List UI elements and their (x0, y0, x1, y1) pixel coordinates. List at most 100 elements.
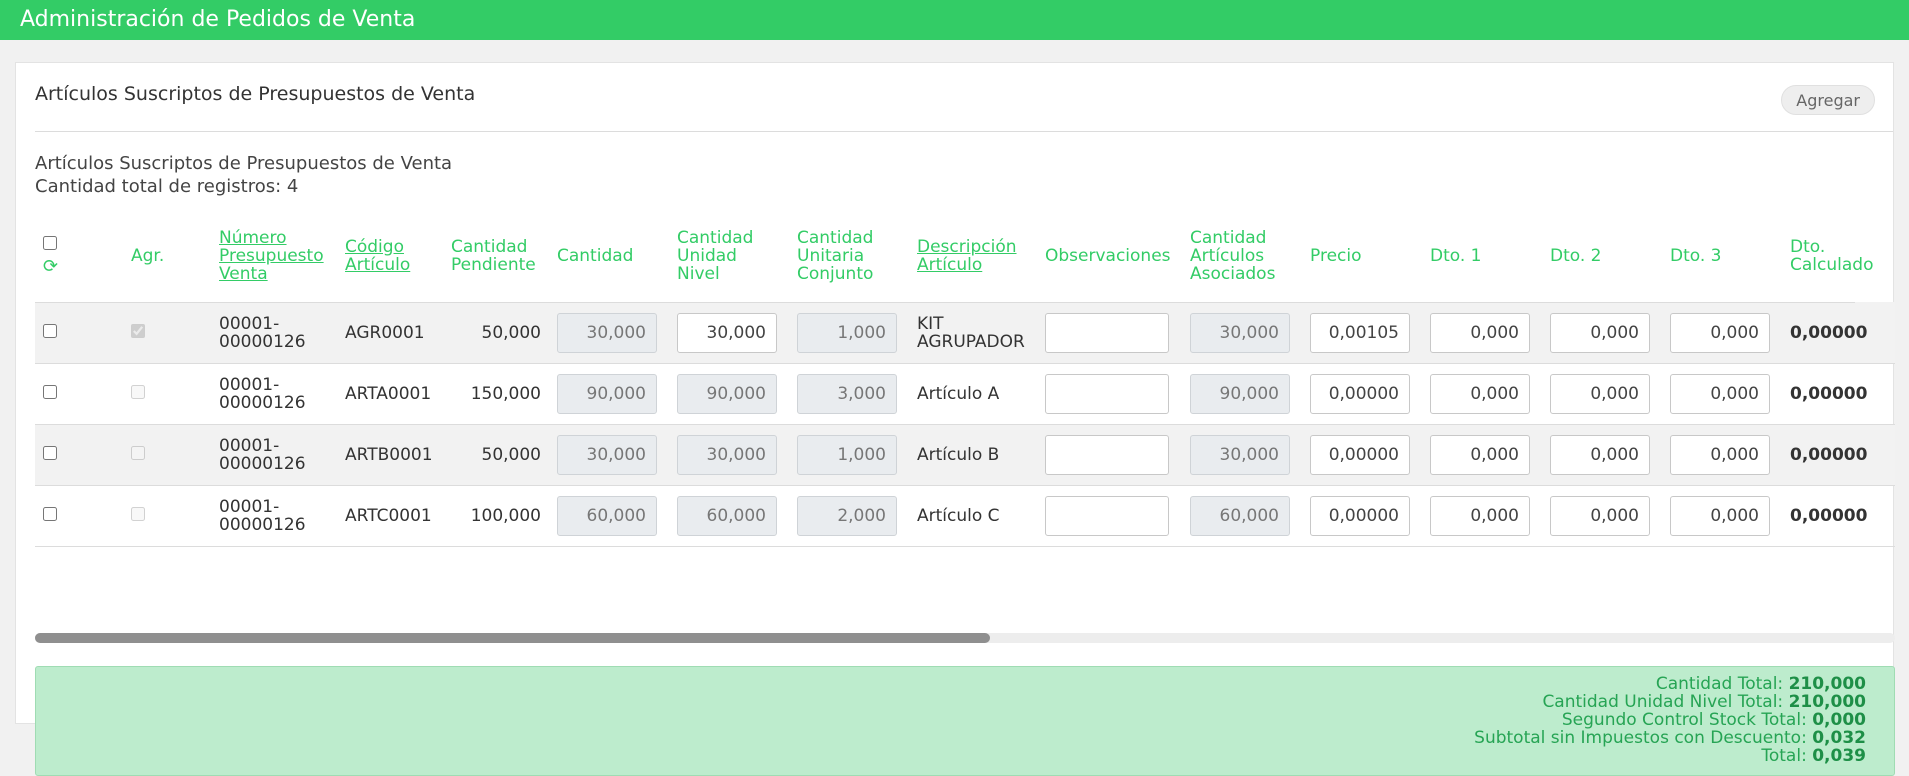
total-final: Total: 0,039 (1761, 746, 1866, 766)
row-observaciones-input[interactable] (1045, 312, 1169, 353)
col-unitaria-label: Cantidad Unitaria Conjunto (797, 227, 874, 284)
list-title: Artículos Suscriptos de Presupuestos de … (35, 153, 453, 174)
col-codigo-label[interactable]: Código Artículo (345, 237, 410, 275)
row-pendiente: 100,000 (443, 485, 549, 547)
row-precio-input[interactable] (1310, 312, 1410, 353)
row-dto2-input[interactable] (1550, 312, 1650, 353)
record-count: Cantidad total de registros: 4 (35, 176, 299, 197)
row-agr-checkbox (131, 506, 145, 521)
row-unidad-nivel-input[interactable] (677, 312, 777, 353)
col-precio: Precio (1302, 210, 1422, 303)
row-agr-cell (123, 424, 211, 486)
row-select-cell (35, 363, 123, 425)
row-precio-input[interactable] (1310, 495, 1410, 536)
row-descripcion: Artículo B (909, 424, 1037, 486)
row-dto2-input[interactable] (1550, 373, 1650, 414)
row-dto-calc: 0,00000 (1782, 363, 1867, 425)
row-dto3-input[interactable] (1670, 312, 1770, 353)
col-pendiente: Cantidad Pendiente (443, 210, 549, 303)
row-cantidad-cell (549, 363, 669, 425)
row-observaciones-input[interactable] (1045, 495, 1169, 536)
table-row: 00001-00000126ARTB000150,000 Artículo B 0,… (35, 424, 1895, 486)
col-agr-label: Agr. (131, 245, 165, 266)
col-asociados-label: Cantidad Artículos Asociados (1190, 227, 1276, 284)
col-observaciones: Observaciones (1037, 210, 1182, 303)
row-pendiente: 50,000 (443, 302, 549, 364)
row-cantidad-input (557, 312, 657, 353)
row-precio-input[interactable] (1310, 373, 1410, 414)
table-header-row: ⟳ Agr. Número Presupuesto Venta Código A… (35, 210, 1895, 303)
row-pendiente: 50,000 (443, 424, 549, 486)
row-dto1-input[interactable] (1430, 312, 1530, 353)
row-unitaria-cell (789, 424, 909, 486)
col-numero-label[interactable]: Número Presupuesto Venta (219, 228, 324, 284)
articles-table: ⟳ Agr. Número Presupuesto Venta Código A… (35, 210, 1895, 547)
col-agr: Agr. (123, 210, 211, 303)
row-dto1-input[interactable] (1430, 373, 1530, 414)
scrollbar-thumb[interactable] (35, 633, 990, 643)
col-dto2: Dto. 2 (1542, 210, 1662, 303)
row-cantidad-input (557, 495, 657, 536)
app-header: Administración de Pedidos de Venta (0, 0, 1909, 40)
row-asociados-input (1190, 312, 1290, 353)
col-descripcion[interactable]: Descripción Artículo (909, 210, 1037, 303)
row-select-checkbox[interactable] (43, 445, 57, 460)
row-dto3-input[interactable] (1670, 495, 1770, 536)
table-row: 00001-00000126ARTC0001100,000 Artículo C 0… (35, 485, 1895, 547)
row-asociados-cell (1182, 302, 1302, 364)
row-dto-calc: 0,00000 (1782, 302, 1867, 364)
col-codigo[interactable]: Código Artículo (337, 210, 443, 303)
row-asociados-cell (1182, 363, 1302, 425)
col-observaciones-label: Observaciones (1045, 245, 1171, 266)
row-numero: 00001-00000126 (211, 485, 337, 547)
row-observaciones-cell (1037, 485, 1182, 547)
row-codigo: AGR0001 (337, 302, 443, 364)
row-precio-cell (1302, 363, 1422, 425)
totals-box: Cantidad Total: 210,000 Cantidad Unidad … (35, 666, 1895, 776)
col-dto1-label: Dto. 1 (1430, 245, 1482, 266)
row-unidad-nivel-input (677, 434, 777, 475)
row-asociados-input (1190, 495, 1290, 536)
row-cantidad-input (557, 373, 657, 414)
horizontal-scrollbar[interactable] (35, 633, 1895, 643)
row-dto1-input[interactable] (1430, 434, 1530, 475)
row-unitaria-cell (789, 302, 909, 364)
table-row: 00001-00000126ARTA0001150,000 Artículo A 0… (35, 363, 1895, 425)
select-all-checkbox[interactable] (43, 235, 57, 250)
row-unitaria-input (797, 373, 897, 414)
row-dto2-input[interactable] (1550, 434, 1650, 475)
col-unitaria: Cantidad Unitaria Conjunto (789, 210, 909, 303)
row-dto1-cell (1422, 485, 1542, 547)
row-dto-calc: 0,00000 (1782, 485, 1867, 547)
row-dto3-input[interactable] (1670, 373, 1770, 414)
col-dto-calc-label: Dto. Calculado (1790, 236, 1874, 275)
col-dto-calc: Dto. Calculado (1782, 210, 1873, 303)
row-precio-cell (1302, 485, 1422, 547)
row-unitaria-cell (789, 485, 909, 547)
add-button[interactable]: Agregar (1781, 85, 1875, 115)
row-cantidad-cell (549, 302, 669, 364)
row-dto2-cell (1542, 485, 1662, 547)
row-observaciones-input[interactable] (1045, 373, 1169, 414)
row-codigo: ARTC0001 (337, 485, 443, 547)
divider (35, 131, 1893, 132)
row-precio-input[interactable] (1310, 434, 1410, 475)
refresh-icon[interactable]: ⟳ (43, 257, 115, 276)
row-dto2-cell (1542, 302, 1662, 364)
col-unidad-nivel: Cantidad Unidad Nivel (669, 210, 789, 303)
row-dto1-input[interactable] (1430, 495, 1530, 536)
col-dto3: Dto. 3 (1662, 210, 1782, 303)
row-dto3-cell (1662, 485, 1782, 547)
row-select-checkbox[interactable] (43, 323, 57, 338)
row-dto2-input[interactable] (1550, 495, 1650, 536)
row-select-cell (35, 424, 123, 486)
row-select-checkbox[interactable] (43, 506, 57, 521)
row-select-checkbox[interactable] (43, 384, 57, 399)
total-unidad-nivel: Cantidad Unidad Nivel Total: 210,000 (1542, 692, 1866, 712)
row-dto3-input[interactable] (1670, 434, 1770, 475)
row-observaciones-input[interactable] (1045, 434, 1169, 475)
col-descripcion-label[interactable]: Descripción Artículo (917, 237, 1017, 275)
row-select-cell (35, 302, 123, 364)
col-numero[interactable]: Número Presupuesto Venta (211, 210, 337, 303)
articles-table-wrapper: ⟳ Agr. Número Presupuesto Venta Código A… (35, 210, 1895, 640)
